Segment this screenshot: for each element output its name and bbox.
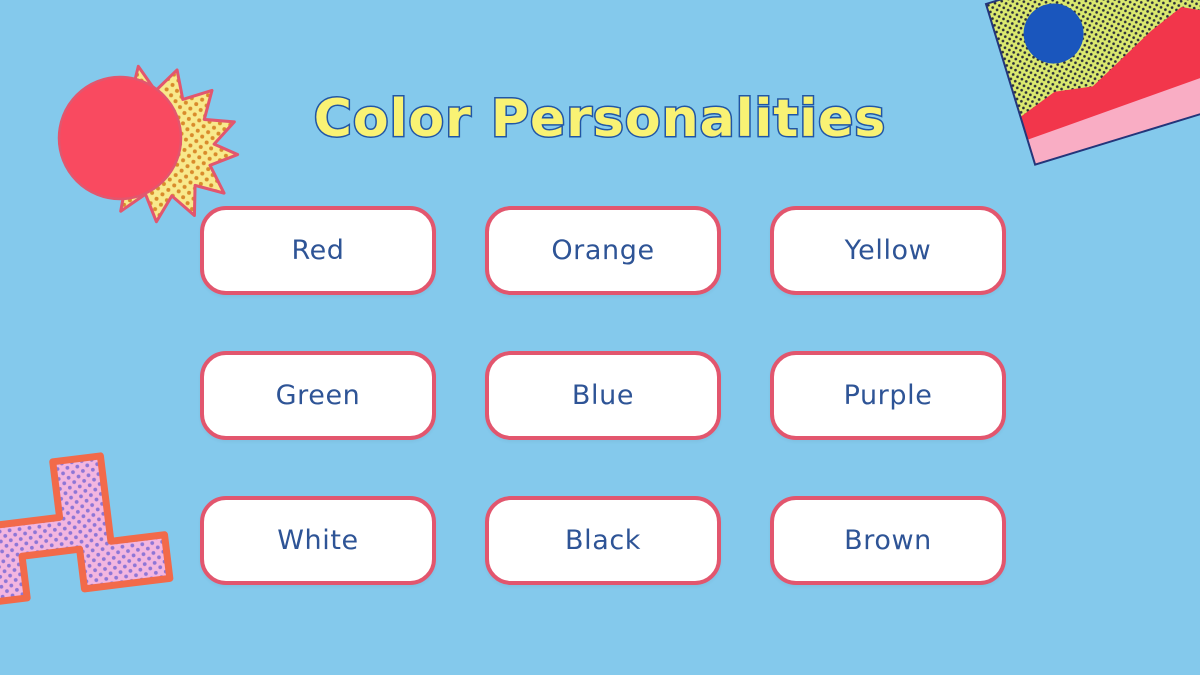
- color-button-label: Brown: [844, 525, 932, 556]
- color-button-label: Blue: [571, 380, 635, 411]
- color-button-label: Green: [275, 380, 361, 411]
- color-button-brown[interactable]: Brown: [770, 496, 1006, 585]
- zigzag-lightning-icon: [0, 420, 186, 620]
- color-button-white[interactable]: White: [200, 496, 436, 585]
- color-button-label: Purple: [843, 380, 933, 411]
- color-button-orange[interactable]: Orange: [485, 206, 721, 295]
- page-title-container: Color Personalities: [0, 58, 1200, 180]
- slide-canvas: Color Personalities Red Orange Yellow Gr…: [0, 0, 1200, 675]
- color-button-green[interactable]: Green: [200, 351, 436, 440]
- color-button-label: White: [277, 525, 359, 556]
- color-options-grid: Red Orange Yellow Green Blue Purple Whit…: [200, 206, 1006, 585]
- color-button-black[interactable]: Black: [485, 496, 721, 585]
- color-button-red[interactable]: Red: [200, 206, 436, 295]
- color-button-label: Black: [564, 525, 642, 556]
- color-button-purple[interactable]: Purple: [770, 351, 1006, 440]
- color-button-yellow[interactable]: Yellow: [770, 206, 1006, 295]
- color-button-label: Yellow: [844, 235, 932, 266]
- color-button-blue[interactable]: Blue: [485, 351, 721, 440]
- color-button-label: Orange: [551, 235, 655, 266]
- page-title: Color Personalities: [312, 88, 887, 149]
- color-button-label: Red: [291, 235, 345, 266]
